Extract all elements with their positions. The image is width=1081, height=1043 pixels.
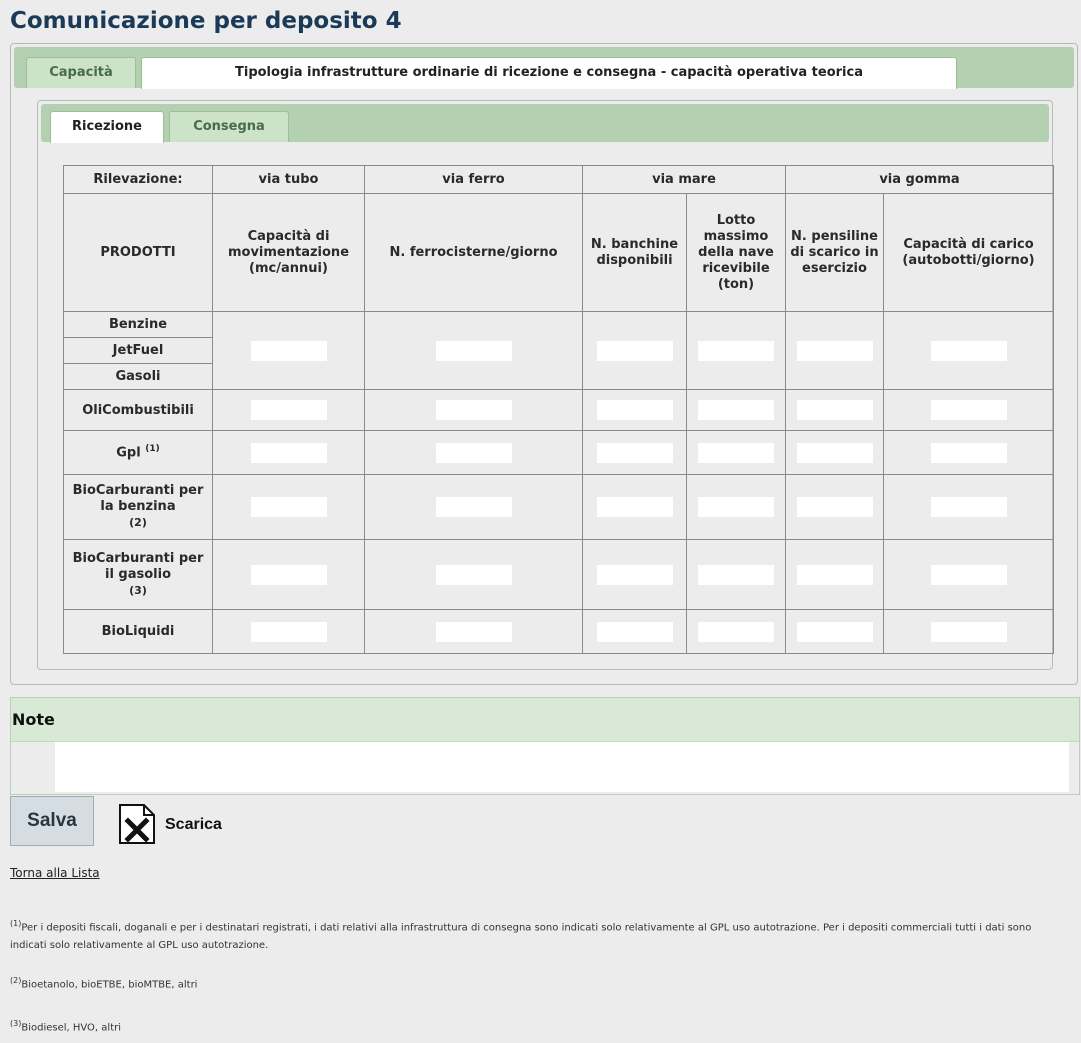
product-bio-gasolio-label: BioCarburanti per il gasolio: [72, 550, 204, 582]
input-oli-lotto[interactable]: [698, 400, 774, 420]
input-biobenz-pensiline[interactable]: [796, 497, 873, 517]
input-biobenz-carico[interactable]: [930, 497, 1007, 517]
product-gpl-label: Gpl: [116, 445, 141, 461]
input-bioliq-ferrocisterne[interactable]: [435, 621, 512, 642]
input-oli-carico[interactable]: [930, 400, 1007, 420]
product-gasoli: Gasoli: [63, 363, 213, 390]
header-prodotti: PRODOTTI: [63, 193, 213, 312]
input-biobenz-lotto[interactable]: [698, 497, 774, 517]
input-oli-ferrocisterne[interactable]: [435, 400, 512, 420]
footnote-1: (1)Per i depositi fiscali, doganali e pe…: [10, 915, 1040, 955]
header-banchine: N. banchine disponibili: [582, 193, 687, 312]
table-row: Benzine: [63, 311, 1054, 390]
product-gpl: Gpl (1): [63, 430, 213, 475]
input-biogas-carico[interactable]: [930, 564, 1007, 585]
input-benzine-carico[interactable]: [930, 340, 1007, 361]
tab-consegna[interactable]: Consegna: [169, 111, 289, 142]
footnote-1-text: Per i depositi fiscali, doganali e per i…: [10, 922, 1032, 952]
header-capacita-movimentazione: Capacità di movimentazione (mc/annui): [212, 193, 365, 312]
note-textarea[interactable]: [55, 742, 1069, 792]
input-bioliq-lotto[interactable]: [698, 621, 774, 642]
footnote-ref-1: (1): [145, 444, 160, 455]
input-biobenz-banchine[interactable]: [596, 497, 673, 517]
input-gpl-banchine[interactable]: [596, 442, 673, 463]
footnote-3-mark: (3): [10, 1019, 22, 1028]
input-bioliq-pensiline[interactable]: [796, 621, 873, 642]
header-via-ferro: via ferro: [364, 165, 583, 194]
header-via-tubo: via tubo: [212, 165, 365, 194]
product-jetfuel: JetFuel: [63, 337, 213, 364]
footnote-2-mark: (2): [10, 976, 22, 985]
footnote-ref-3: (3): [129, 583, 147, 597]
input-oli-banchine[interactable]: [596, 400, 673, 420]
input-biogas-ferrocisterne[interactable]: [435, 564, 512, 585]
input-biogas-pensiline[interactable]: [796, 564, 873, 585]
inner-tab-bar: Ricezione Consegna: [41, 104, 1049, 143]
input-biogas-banchine[interactable]: [596, 564, 673, 585]
excel-icon[interactable]: [118, 804, 156, 844]
input-gpl-carico[interactable]: [930, 442, 1007, 463]
product-benzine: Benzine: [63, 311, 213, 338]
product-bio-gasolio: BioCarburanti per il gasolio (3): [63, 539, 213, 610]
input-benzine-capacita[interactable]: [250, 340, 327, 361]
product-bioliquidi: BioLiquidi: [63, 609, 213, 654]
header-pensiline: N. pensiline di scarico in esercizio: [785, 193, 884, 312]
table-row: Gpl (1): [63, 430, 1054, 475]
input-gpl-capacita[interactable]: [250, 442, 327, 463]
input-gpl-lotto[interactable]: [698, 442, 774, 463]
input-oli-pensiline[interactable]: [796, 400, 873, 420]
input-oli-capacita[interactable]: [250, 400, 327, 420]
page-title: Comunicazione per deposito 4: [10, 8, 402, 34]
header-ferrocisterne: N. ferrocisterne/giorno: [364, 193, 583, 312]
back-to-list-link[interactable]: Torna alla Lista: [10, 866, 100, 880]
input-biogas-lotto[interactable]: [698, 564, 774, 585]
note-label: Note: [12, 710, 55, 729]
tab-ricezione[interactable]: Ricezione: [50, 111, 164, 143]
input-benzine-banchine[interactable]: [596, 340, 673, 361]
table-row: BioLiquidi: [63, 609, 1054, 654]
header-via-mare: via mare: [582, 165, 786, 194]
footnote-2: (2)Bioetanolo, bioETBE, bioMTBE, altri: [10, 972, 1040, 994]
download-link[interactable]: Scarica: [165, 816, 222, 834]
input-bioliq-carico[interactable]: [930, 621, 1007, 642]
outer-tab-bar: Capacità Tipologia infrastrutture ordina…: [14, 47, 1074, 89]
footnote-ref-2: (2): [129, 516, 147, 529]
table-row: BioCarburanti per la benzina (2): [63, 474, 1054, 540]
note-header: Note: [11, 698, 1079, 742]
product-olicombustibili: OliCombustibili: [63, 389, 213, 431]
input-gpl-pensiline[interactable]: [796, 442, 873, 463]
input-biobenz-ferrocisterne[interactable]: [435, 497, 512, 517]
input-benzine-lotto[interactable]: [698, 340, 774, 361]
input-gpl-ferrocisterne[interactable]: [435, 442, 512, 463]
footnote-3-text: Biodiesel, HVO, altri: [21, 1022, 122, 1034]
input-biobenz-capacita[interactable]: [250, 497, 327, 517]
footnote-2-text: Bioetanolo, bioETBE, bioMTBE, altri: [21, 979, 198, 991]
product-bio-benzina-label: BioCarburanti per la benzina: [72, 483, 204, 514]
tab-capacita[interactable]: Capacità: [26, 57, 136, 88]
table-row: OliCombustibili: [63, 389, 1054, 431]
input-benzine-ferrocisterne[interactable]: [435, 340, 512, 361]
tab-tipologia-infrastrutture[interactable]: Tipologia infrastrutture ordinarie di ri…: [141, 57, 957, 89]
footnote-3: (3)Biodiesel, HVO, altri: [10, 1015, 1040, 1037]
table-row: BioCarburanti per il gasolio (3): [63, 539, 1054, 610]
note-section: Note: [10, 697, 1080, 795]
input-benzine-pensiline[interactable]: [796, 340, 873, 361]
header-lotto-massimo: Lotto massimo della nave ricevibile (ton…: [686, 193, 786, 312]
save-button[interactable]: Salva: [10, 796, 94, 846]
product-bio-benzina: BioCarburanti per la benzina (2): [63, 474, 213, 540]
input-bioliq-capacita[interactable]: [250, 621, 327, 642]
ricezione-table: Rilevazione: via tubo via ferro via mare…: [63, 165, 1054, 654]
footnote-1-mark: (1): [10, 919, 22, 928]
header-rilevazione: Rilevazione:: [63, 165, 213, 194]
input-bioliq-banchine[interactable]: [596, 621, 673, 642]
header-capacita-carico: Capacità di carico (autobotti/giorno): [883, 193, 1054, 312]
input-biogas-capacita[interactable]: [250, 564, 327, 585]
header-via-gomma: via gomma: [785, 165, 1054, 194]
